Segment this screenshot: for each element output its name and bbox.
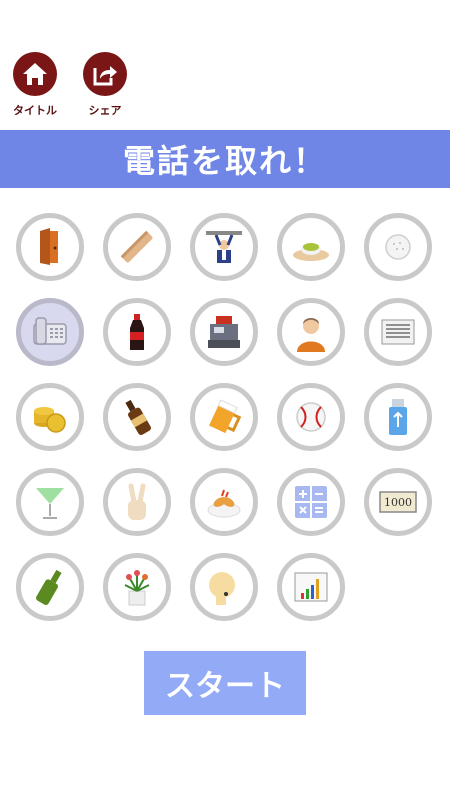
man-portrait-icon [297, 318, 325, 352]
item-door[interactable] [16, 213, 84, 281]
baseball-icon [296, 402, 326, 432]
item-banknote[interactable]: 1000 [364, 468, 432, 536]
start-button[interactable]: スタート [144, 651, 306, 715]
start-button-label: スタート [165, 669, 285, 704]
cash-register-icon [208, 316, 240, 348]
shrimp-fry-icon [207, 489, 241, 518]
coins-icon [34, 407, 66, 433]
title-button[interactable]: タイトル [10, 52, 60, 118]
item-peace-hand[interactable] [103, 468, 171, 536]
question-text: 電話を取れ！ [122, 142, 327, 180]
item-telephone[interactable] [16, 298, 84, 366]
item-plank[interactable] [103, 213, 171, 281]
wine-bottle-icon [36, 569, 62, 605]
peace-hand-icon [128, 483, 146, 520]
cola-bottle-icon [130, 314, 144, 350]
item-shrimp[interactable] [190, 468, 258, 536]
share-button[interactable]: シェア [80, 52, 130, 118]
item-man-portrait[interactable] [277, 298, 345, 366]
question-banner: 電話を取れ！ [0, 130, 450, 188]
item-cola[interactable] [103, 298, 171, 366]
item-matcha[interactable] [277, 213, 345, 281]
item-usb[interactable] [364, 383, 432, 451]
golf-ball-icon [385, 234, 411, 260]
item-calculator[interactable] [277, 468, 345, 536]
usb-drive-icon [389, 399, 407, 435]
banknote-value: 1000 [384, 496, 412, 509]
item-baseball[interactable] [277, 383, 345, 451]
telephone-icon [33, 317, 67, 345]
newspaper-icon [381, 319, 415, 345]
item-bald-head[interactable] [190, 553, 258, 621]
item-cocktail[interactable] [16, 468, 84, 536]
item-beer-mug[interactable] [190, 383, 258, 451]
beer-mug-icon [209, 399, 242, 434]
flower-pot-icon [124, 570, 150, 606]
beer-bottle-icon [125, 399, 151, 435]
item-man-bar[interactable] [190, 213, 258, 281]
share-button-label: シェア [88, 104, 122, 117]
calculator-icon [295, 486, 327, 518]
item-flower-pot[interactable] [103, 553, 171, 621]
item-bar-chart[interactable] [277, 553, 345, 621]
man-holding-bar-icon [206, 231, 242, 263]
door-icon [40, 228, 58, 265]
item-coins[interactable] [16, 383, 84, 451]
banknote-icon: 1000 [379, 491, 417, 513]
item-beer-bottle[interactable] [103, 383, 171, 451]
item-register[interactable] [190, 298, 258, 366]
item-wine-bottle[interactable] [16, 553, 84, 621]
title-button-label: タイトル [13, 104, 57, 117]
item-newspaper[interactable] [364, 298, 432, 366]
home-icon [13, 52, 57, 96]
share-icon [83, 52, 127, 96]
matcha-dish-icon [293, 243, 329, 261]
item-golf-ball[interactable] [364, 213, 432, 281]
cocktail-glass-icon [36, 488, 64, 519]
bar-chart-icon [294, 572, 328, 602]
bald-head-icon [209, 572, 235, 605]
wooden-plank-icon [120, 230, 153, 263]
